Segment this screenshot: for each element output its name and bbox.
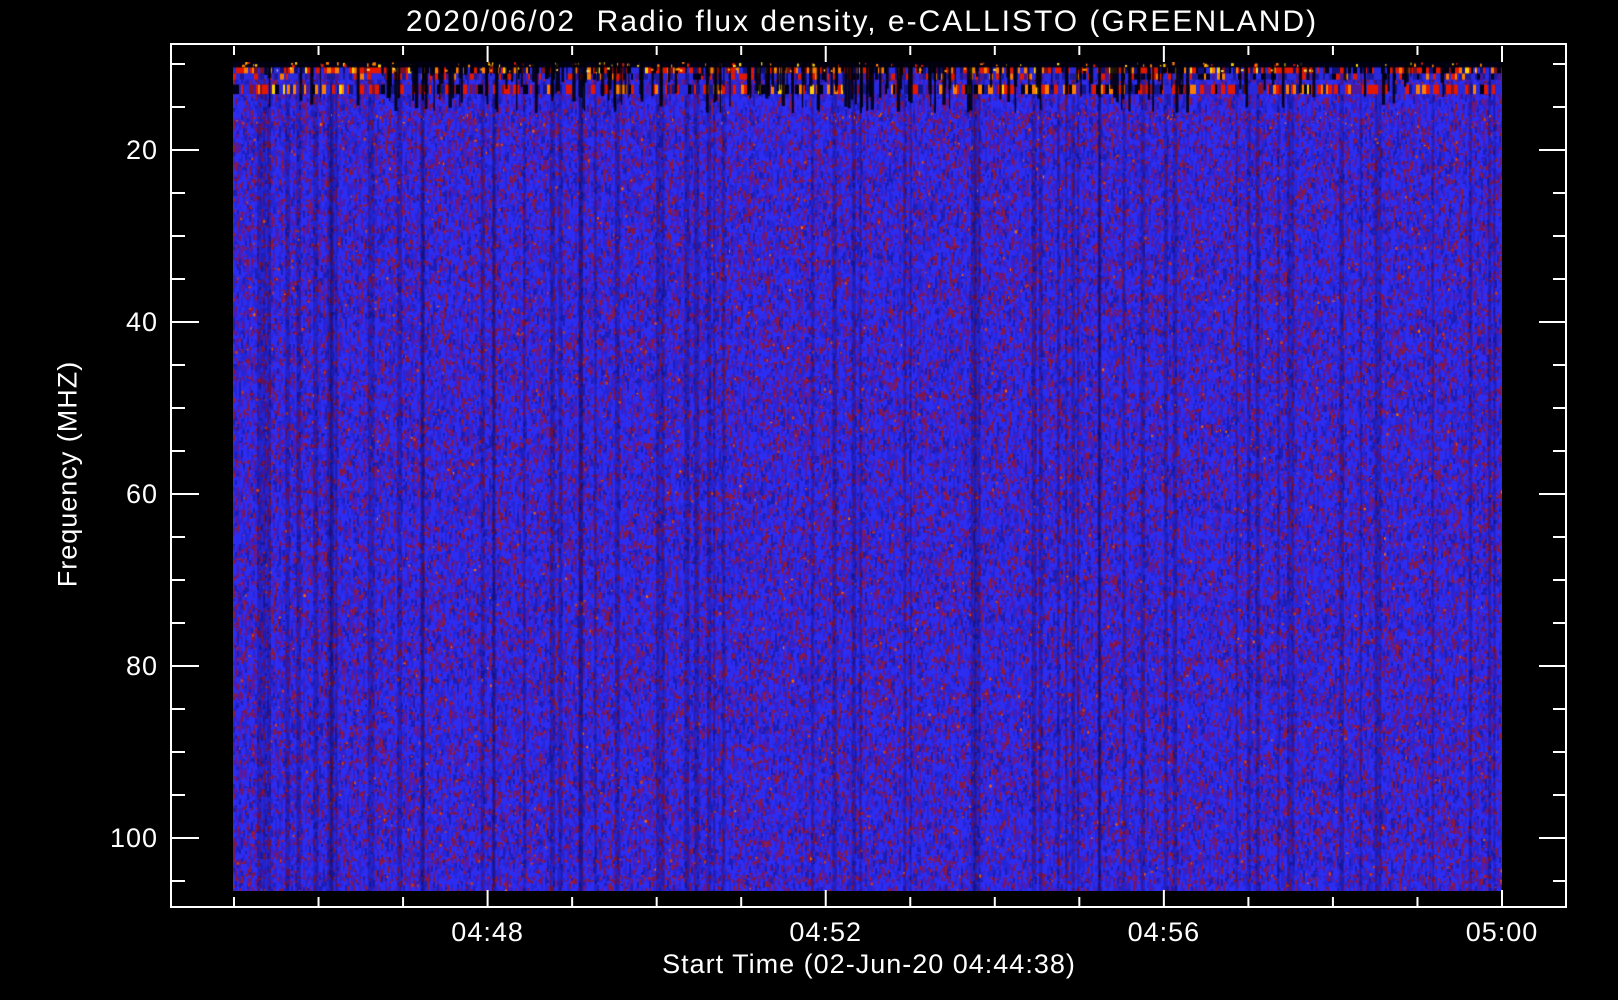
x-tick-label: 04:52 <box>789 917 863 947</box>
x-tick-label: 04:48 <box>451 917 524 947</box>
plot-frame <box>170 43 1567 908</box>
y-tick-label: 80 <box>125 651 158 681</box>
x-tick-label: 05:00 <box>1465 917 1539 947</box>
x-axis-label: Start Time (02-Jun-20 04:44:38) <box>662 949 1076 979</box>
y-tick-label: 100 <box>109 823 158 853</box>
y-tick-label: 20 <box>125 135 158 165</box>
y-axis-label: Frequency (MHZ) <box>52 360 83 588</box>
chart-title: 2020/06/02 Radio flux density, e-CALLIST… <box>405 5 1319 38</box>
x-tick-label: 04:56 <box>1127 917 1201 947</box>
y-tick-label: 40 <box>125 307 158 337</box>
spectrogram-page: 2020/06/02 Radio flux density, e-CALLIST… <box>0 0 1618 1000</box>
